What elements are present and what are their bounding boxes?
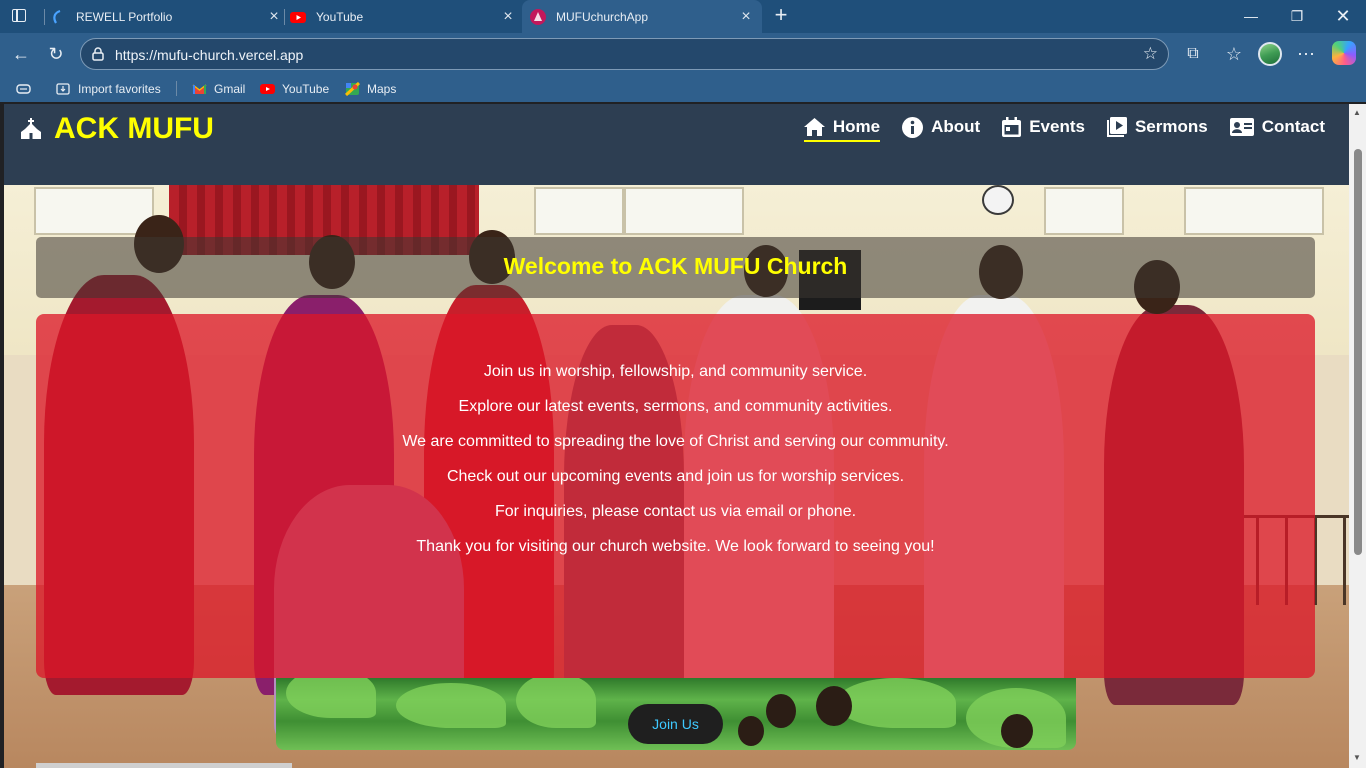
address-bar[interactable]: https://mufu-church.vercel.app ☆ (80, 38, 1169, 70)
nav-label: About (931, 117, 981, 136)
favorites-separator (176, 81, 177, 96)
browser-toolbar: ← ↻ https://mufu-church.vercel.app ☆ ⧉ ☆… (0, 33, 1366, 75)
restore-button[interactable]: ❐ (1274, 0, 1320, 33)
nav-contact[interactable]: Contact (1229, 114, 1325, 140)
nav-events[interactable]: Events (1002, 114, 1085, 140)
tab-title: YouTube (316, 9, 364, 24)
nav-home[interactable]: Home (803, 116, 881, 142)
close-tab-icon[interactable]: × (500, 8, 516, 26)
refresh-button[interactable]: ↻ (43, 41, 69, 67)
favorite-star-icon[interactable]: ☆ (1143, 44, 1158, 64)
tab-strip: REWELL Portfolio × YouTube × MUFUchurchA… (0, 0, 1366, 33)
youtube-favicon (290, 11, 306, 23)
join-banner-image: Join Us (276, 678, 1076, 750)
info-icon (902, 116, 924, 138)
intro-line: Check out our upcoming events and join u… (446, 468, 905, 485)
favorite-label: Import favorites (78, 81, 161, 96)
copilot-icon[interactable] (1332, 41, 1356, 65)
tab-separator (284, 9, 285, 25)
rewell-favicon (53, 9, 61, 24)
favorite-label: Gmail (214, 81, 246, 96)
tab-youtube[interactable]: YouTube × (290, 0, 516, 33)
site-brand[interactable]: ACK MUFU (20, 112, 214, 146)
scrollbar-thumb[interactable] (1354, 149, 1362, 555)
intro-line: Join us in worship, fellowship, and comm… (483, 363, 868, 380)
favorite-import[interactable]: Import favorites (56, 80, 161, 97)
lock-icon (92, 47, 104, 61)
reading-view-icon[interactable] (16, 80, 38, 97)
welcome-banner: Welcome to ACK MUFU Church (36, 237, 1315, 298)
favorite-maps[interactable]: Maps (345, 80, 396, 97)
extensions-icon[interactable]: ⧉ (1180, 41, 1206, 67)
intro-line: Thank you for visiting our church websit… (416, 538, 935, 555)
clock-image (982, 185, 1014, 215)
scroll-up-arrow-icon[interactable]: ▲ (1353, 108, 1361, 117)
intro-panel: Join us in worship, fellowship, and comm… (36, 314, 1315, 678)
tab-actions-icon[interactable] (8, 6, 30, 26)
address-url[interactable]: https://mufu-church.vercel.app (115, 47, 303, 63)
more-menu-icon[interactable]: ⋯ (1293, 41, 1319, 67)
mufu-favicon (530, 8, 546, 25)
nav-label: Home (832, 117, 881, 136)
nav-label: Contact (1261, 117, 1325, 136)
nav-label: Sermons (1134, 117, 1208, 136)
page-viewport: ACK MUFU Home About Events Sermons Conta… (4, 104, 1349, 768)
import-icon (56, 82, 70, 95)
church-icon (21, 118, 41, 139)
profile-avatar[interactable] (1258, 42, 1282, 66)
maps-icon (345, 81, 360, 96)
page-scrollbar[interactable]: ▲ ▼ (1349, 104, 1366, 768)
back-button[interactable]: ← (8, 41, 34, 67)
youtube-icon (260, 83, 275, 94)
tab-separator (44, 9, 45, 25)
close-tab-icon[interactable]: × (738, 8, 754, 26)
favorite-gmail[interactable]: Gmail (192, 80, 245, 97)
favorite-label: YouTube (282, 81, 330, 96)
new-tab-button[interactable]: + (770, 4, 792, 26)
intro-line: Explore our latest events, sermons, and … (458, 398, 893, 415)
site-navbar: ACK MUFU Home About Events Sermons Conta… (4, 104, 1349, 185)
nav-label: Events (1029, 117, 1085, 136)
minimize-button[interactable]: — (1228, 0, 1274, 33)
tab-title: MUFUchurchApp (556, 9, 649, 24)
brand-name: ACK MUFU (54, 112, 214, 145)
favorite-youtube[interactable]: YouTube (260, 80, 329, 97)
welcome-heading: Welcome to ACK MUFU Church (503, 253, 848, 279)
nav-sermons[interactable]: Sermons (1106, 114, 1208, 140)
join-us-button[interactable]: Join Us (628, 704, 723, 744)
home-icon (803, 118, 825, 136)
close-window-button[interactable]: ✕ (1320, 0, 1366, 33)
nav-about[interactable]: About (902, 114, 980, 140)
close-tab-icon[interactable]: × (266, 8, 282, 26)
nav-links: Home About Events Sermons Contact (782, 114, 1325, 142)
play-icon (1106, 117, 1127, 137)
tab-mufuchurchapp[interactable]: MUFUchurchApp × (522, 0, 762, 33)
scroll-down-arrow-icon[interactable]: ▼ (1353, 753, 1361, 762)
intro-line: For inquiries, please contact us via ema… (494, 503, 857, 520)
favorite-label: Maps (367, 81, 397, 96)
gmail-icon (192, 83, 207, 94)
favorites-icon[interactable]: ☆ (1221, 41, 1247, 67)
tab-rewell-portfolio[interactable]: REWELL Portfolio × (50, 0, 282, 33)
intro-line: We are committed to spreading the love o… (402, 433, 949, 450)
horizontal-scroll-indicator (36, 763, 292, 768)
calendar-icon (1002, 117, 1022, 137)
contact-card-icon (1229, 118, 1254, 136)
favorites-bar: Import favorites Gmail YouTube Maps (0, 75, 1366, 102)
tab-title: REWELL Portfolio (76, 9, 173, 24)
